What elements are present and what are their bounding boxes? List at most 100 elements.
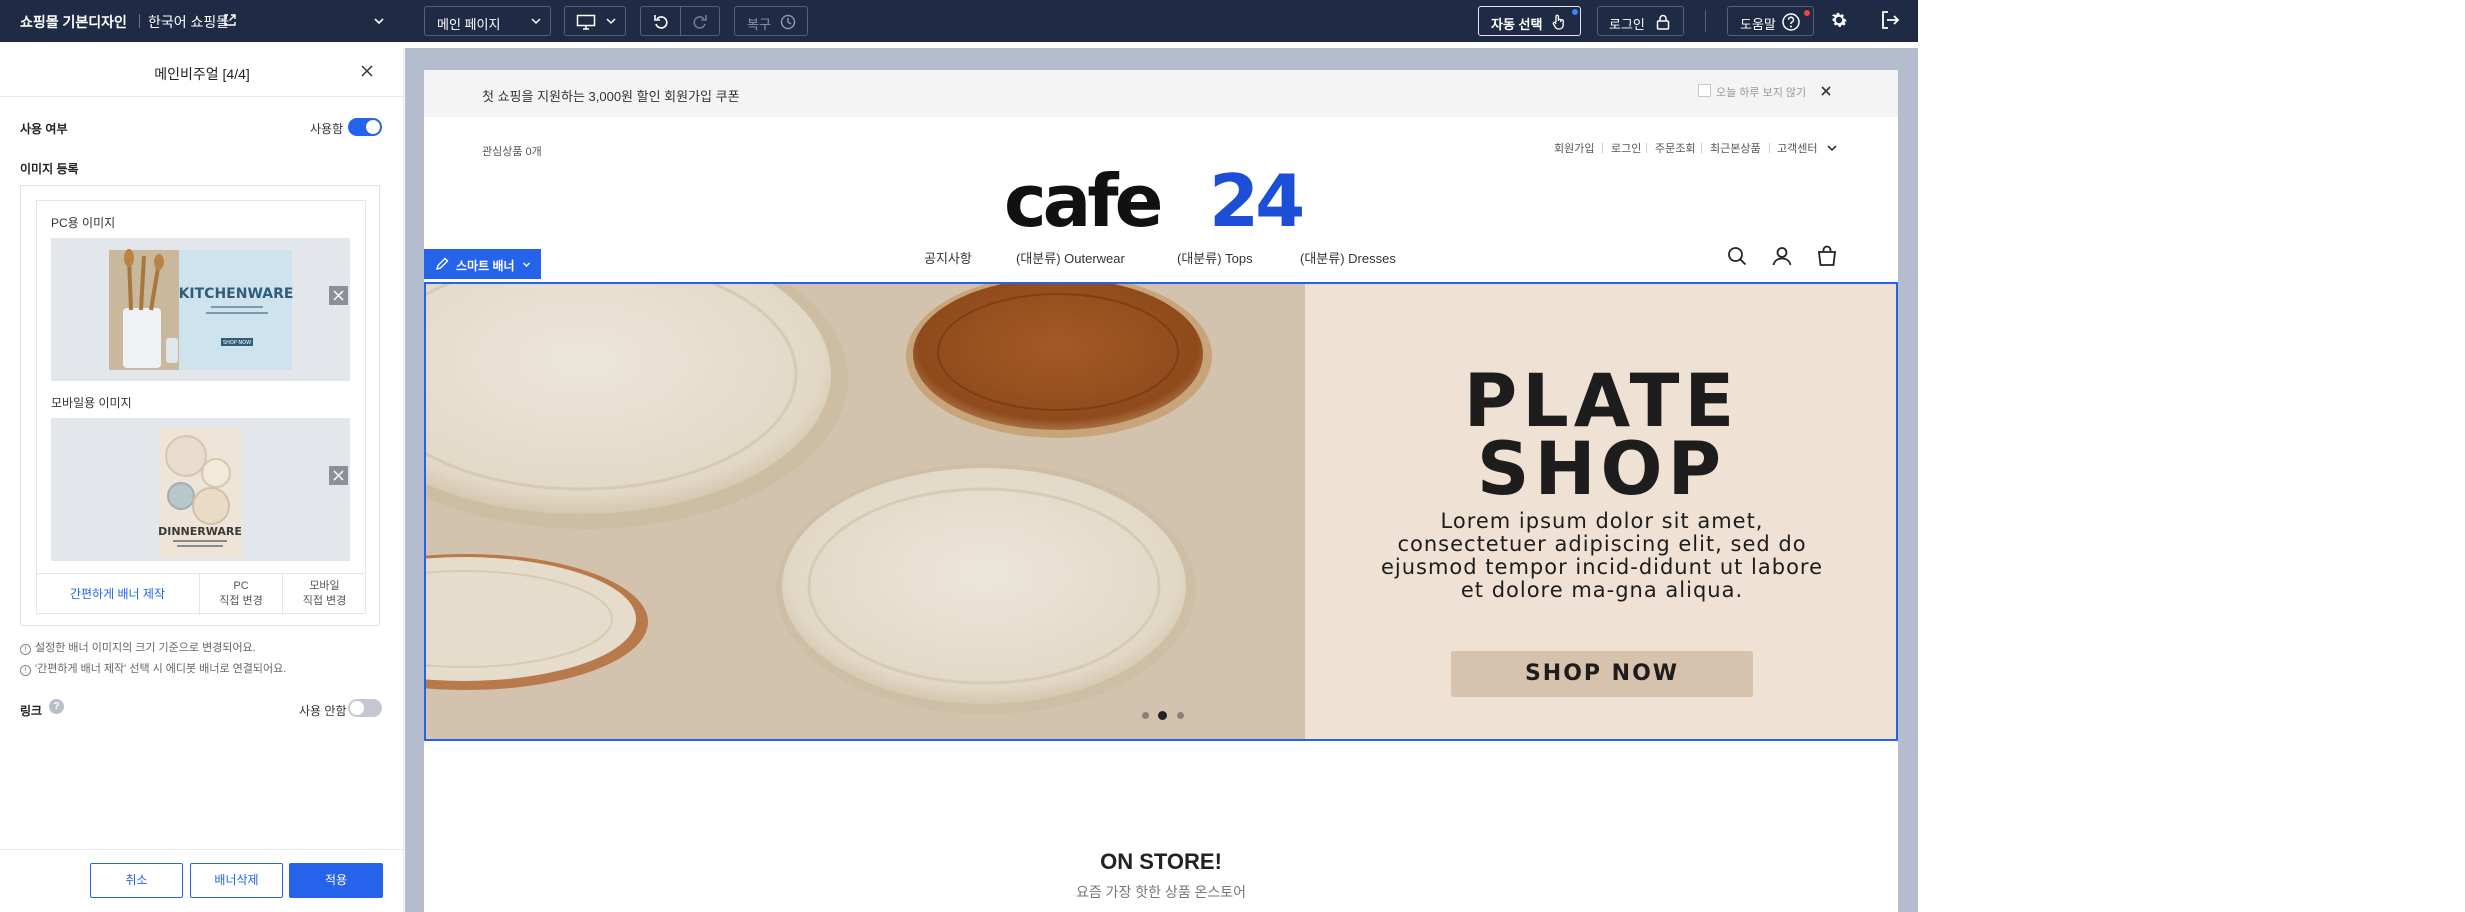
- slide-dot-3[interactable]: [1177, 712, 1184, 719]
- smart-banner-tag[interactable]: 스마트 배너: [424, 249, 541, 279]
- chevron-down-icon: [606, 18, 616, 25]
- link-toggle[interactable]: [348, 699, 382, 717]
- pc-image-label: PC용 이미지: [51, 216, 116, 230]
- notification-dot: [1804, 10, 1810, 16]
- divider: [1701, 143, 1702, 153]
- apply-button[interactable]: 적용: [289, 863, 383, 898]
- chevron-down-icon[interactable]: [1826, 142, 1838, 154]
- settings-panel: 메인비주얼 [4/4] 사용 여부 사용함 이미지 등록 PC용 이미지 KIT…: [0, 48, 404, 912]
- logo-text-b: 24: [1209, 168, 1302, 238]
- util-link-cs[interactable]: 고객센터: [1777, 140, 1817, 156]
- nav-item-outerwear[interactable]: (대분류) Outerwear: [1016, 248, 1125, 267]
- info-note-text: '간편하게 배너 제작' 선택 시 에디봇 배너로 연결되어요.: [35, 663, 287, 675]
- nav-item-dresses[interactable]: (대분류) Dresses: [1300, 248, 1396, 267]
- divider: [0, 96, 404, 97]
- slide-dot-1[interactable]: [1142, 712, 1149, 719]
- use-value: 사용함: [310, 122, 344, 136]
- divider: [1646, 143, 1647, 153]
- design-title: 쇼핑몰 기본디자인: [20, 14, 127, 30]
- image-action-row: 간편하게 배너 제작 PC 직접 변경 모바일 직접 변경: [36, 573, 366, 615]
- use-toggle[interactable]: [348, 118, 382, 136]
- section-title: ON STORE!: [1100, 849, 1222, 874]
- hide-today-checkbox[interactable]: [1698, 84, 1711, 97]
- page-select[interactable]: 메인 페이지: [424, 6, 551, 36]
- mobile-change-line1: 모바일: [309, 580, 340, 592]
- nav-item-notice[interactable]: 공지사항: [924, 248, 972, 267]
- cafe24-logo[interactable]: cafe 24: [1004, 168, 1324, 238]
- device-select[interactable]: [564, 6, 626, 36]
- shop-name[interactable]: 한국어 쇼핑몰: [148, 12, 229, 32]
- auto-select-button[interactable]: 자동 선택: [1478, 6, 1581, 36]
- util-link-join[interactable]: 회원가입: [1554, 140, 1594, 156]
- external-link-icon[interactable]: [223, 13, 237, 27]
- info-note: ! 설정한 배너 이미지의 크기 기준으로 변경되어요.: [20, 639, 256, 655]
- gear-icon[interactable]: [1828, 9, 1850, 31]
- main-visual-banner[interactable]: PLATE SHOP Lorem ipsum dolor sit amet, c…: [424, 282, 1898, 741]
- monitor-icon: [576, 14, 596, 30]
- pc-change-line2: 직접 변경: [219, 595, 263, 607]
- divider: [1602, 143, 1603, 153]
- mobile-direct-change-button[interactable]: 모바일 직접 변경: [283, 574, 366, 615]
- banner-title-line2: SHOP: [1476, 427, 1727, 512]
- close-icon[interactable]: [359, 63, 375, 79]
- close-icon: [333, 290, 344, 301]
- nav-item-tops[interactable]: (대분류) Tops: [1177, 248, 1253, 267]
- help-icon[interactable]: ?: [49, 699, 64, 714]
- link-label: 링크: [20, 704, 43, 718]
- wishlist-count[interactable]: 관심상품 0개: [482, 143, 542, 159]
- top-toolbar: 쇼핑몰 기본디자인 한국어 쇼핑몰 메인 페이지 복구 자동 선택 로그인 도움…: [0, 0, 1918, 42]
- dinnerware-thumbnail: DINNERWARE: [158, 428, 242, 558]
- pc-change-line1: PC: [233, 580, 249, 592]
- util-link-login[interactable]: 로그인: [1611, 140, 1641, 156]
- info-icon: !: [20, 644, 31, 655]
- close-icon[interactable]: [1816, 81, 1836, 101]
- pc-image-preview: KITCHENWARE SHOP NOW: [51, 238, 350, 381]
- help-label: 도움말: [1740, 17, 1776, 32]
- hide-today-label[interactable]: 오늘 하루 보지 않기: [1716, 84, 1806, 100]
- cancel-button[interactable]: 취소: [90, 863, 183, 898]
- util-link-order[interactable]: 주문조회: [1655, 140, 1695, 156]
- restore-button[interactable]: 복구: [734, 6, 808, 36]
- exit-icon[interactable]: [1879, 9, 1901, 31]
- shopping-bag-icon[interactable]: [1816, 245, 1838, 267]
- smart-banner-label: 스마트 배너: [456, 259, 515, 273]
- redo-icon[interactable]: [691, 13, 709, 31]
- history-icon: [780, 14, 796, 30]
- undo-redo-group: [640, 6, 720, 36]
- slide-dot-2[interactable]: [1158, 711, 1167, 720]
- chevron-down-icon[interactable]: [372, 14, 386, 28]
- easy-banner-button[interactable]: 간편하게 배너 제작: [36, 574, 200, 615]
- login-label: 로그인: [1609, 17, 1645, 32]
- plates-photo: [426, 284, 1306, 739]
- help-button[interactable]: 도움말: [1727, 6, 1814, 36]
- close-icon: [333, 470, 344, 481]
- util-link-recent[interactable]: 최근본상품: [1710, 140, 1761, 156]
- delete-banner-button[interactable]: 배너삭제: [190, 863, 283, 898]
- auto-select-label: 자동 선택: [1491, 17, 1543, 32]
- banner-shop-now-button[interactable]: SHOP NOW: [1451, 651, 1753, 697]
- pc-direct-change-button[interactable]: PC 직접 변경: [200, 574, 283, 615]
- info-icon: !: [20, 665, 31, 676]
- panel-title: 메인비주얼 [4/4]: [154, 66, 250, 82]
- section-subtitle: 요즘 가장 핫한 상품 온스토어: [1075, 884, 1247, 900]
- logo-text-a: cafe: [1004, 168, 1161, 238]
- coupon-text[interactable]: 첫 쇼핑을 지원하는 3,000원 할인 회원가입 쿠폰: [482, 86, 740, 105]
- remove-pc-image-button[interactable]: [329, 286, 348, 305]
- info-note: ! '간편하게 배너 제작' 선택 시 에디봇 배너로 연결되어요.: [20, 660, 286, 676]
- login-button[interactable]: 로그인: [1597, 6, 1684, 36]
- search-icon[interactable]: [1726, 245, 1748, 267]
- user-icon[interactable]: [1771, 245, 1793, 267]
- divider: [680, 7, 681, 35]
- mobile-change-line2: 직접 변경: [302, 595, 347, 607]
- remove-mobile-image-button[interactable]: [329, 466, 348, 485]
- undo-icon[interactable]: [652, 13, 670, 31]
- mobile-image-preview: DINNERWARE: [51, 418, 350, 561]
- image-registration-label: 이미지 등록: [20, 162, 79, 176]
- chevron-down-icon: [523, 262, 530, 267]
- notification-dot: [1572, 9, 1578, 15]
- use-label: 사용 여부: [20, 122, 68, 136]
- link-value: 사용 안함: [299, 704, 347, 718]
- divider: [1769, 143, 1770, 153]
- mobile-image-label: 모바일용 이미지: [51, 396, 132, 410]
- lock-icon: [1656, 14, 1670, 30]
